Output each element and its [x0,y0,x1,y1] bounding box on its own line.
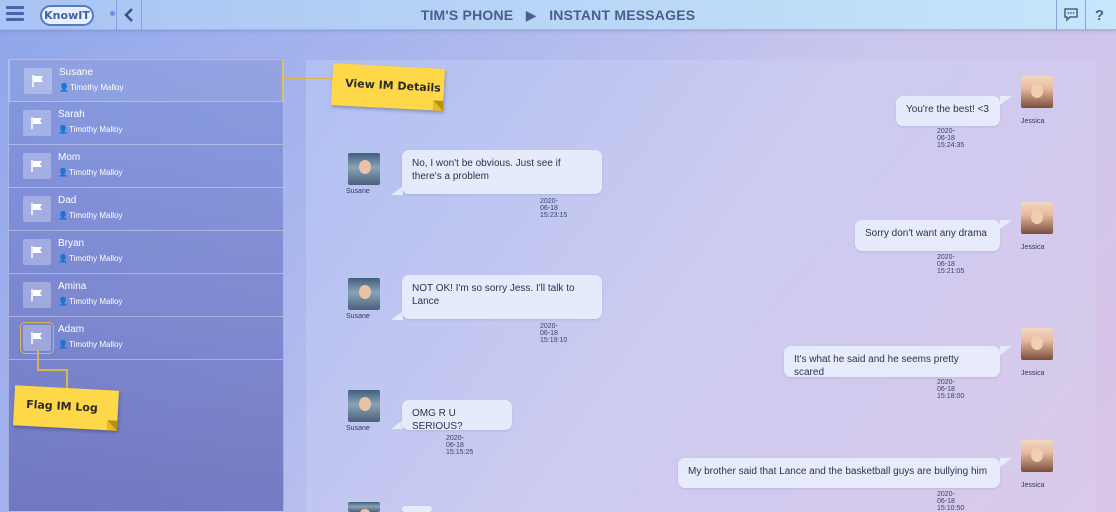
chat-bubble-icon [1063,8,1078,22]
message-bubble: My brother said that Lance and the baske… [678,458,1000,488]
contact-owner: 👤 Timothy Malloy [58,297,123,306]
message-bubble: No, I won't be obvious. Just see if ther… [402,150,602,194]
contact-owner: 👤 Timothy Malloy [58,211,123,220]
sender-name: Jessica [1021,482,1045,489]
contact-owner: 👤 Timothy Malloy [58,125,123,134]
sender-name: Jessica [1021,370,1045,377]
message-timestamp: 2020-06-18 15:18:00 [937,379,965,400]
contact-owner: 👤 Timothy Malloy [58,168,123,177]
sender-name: Susane [346,425,370,432]
flag-icon[interactable] [24,68,52,94]
top-bar: KnowIT TIM'S PHONE ▶ INSTANT MESSAGES ? [0,0,1116,30]
contact-item-adam[interactable]: Adam 👤 Timothy Malloy [9,317,283,360]
message-bubble: NOT OK! I'm so sorry Jess. I'll talk to … [402,275,602,319]
contact-item-mom[interactable]: Mom 👤 Timothy Malloy [9,145,283,188]
breadcrumb-device[interactable]: TIM'S PHONE [421,7,514,23]
contact-name: Amina [58,281,87,292]
contact-owner: 👤 Timothy Malloy [58,254,123,263]
avatar [348,502,380,512]
contact-name: Adam [58,324,85,335]
message-timestamp: 2020-06-18 15:15:25 [446,435,474,456]
contact-name: Susane [59,67,93,78]
flag-im-log-callout: Flag IM Log [13,385,119,431]
person-icon: 👤 [58,297,68,306]
page-title: TIM'S PHONE ▶ INSTANT MESSAGES [0,0,1116,30]
avatar [1021,440,1053,472]
avatar [348,278,380,310]
contact-owner: 👤 Timothy Malloy [58,340,123,349]
callout-connector [66,369,68,389]
breadcrumb-arrow-icon: ▶ [525,7,537,23]
contact-name: Sarah [58,109,85,120]
message-timestamp: 2020-06-18 15:19:10 [540,323,568,344]
message-bubble: Sorry don't want any drama [855,220,1000,251]
chat-button[interactable] [1056,0,1084,30]
contact-item-sarah[interactable]: Sarah 👤 Timothy Malloy [9,102,283,145]
message-bubble: It's what he said and he seems pretty sc… [784,346,1000,378]
avatar [1021,76,1053,108]
contact-name: Bryan [58,238,85,249]
avatar [348,153,380,185]
help-button[interactable]: ? [1085,0,1113,30]
callout-connector [284,78,334,79]
flag-icon[interactable] [23,282,51,308]
contact-item-dad[interactable]: Dad 👤 Timothy Malloy [9,188,283,231]
callout-connector [37,350,39,370]
message-timestamp: 2020-06-18 15:24:35 [937,128,965,149]
view-im-details-callout: View IM Details [330,63,446,111]
message-bubble: OMG R U SERIOUS? [402,400,512,432]
sender-name: Jessica [1021,244,1045,251]
message-timestamp: 2020-06-18 15:10:50 [937,491,965,512]
sender-name: Susane [346,188,370,195]
sender-name: Jessica [1021,118,1045,125]
contact-name: Mom [58,152,81,163]
contact-name: Dad [58,195,77,206]
person-icon: 👤 [59,83,69,92]
flag-icon[interactable] [23,239,51,265]
sender-name: Susane [346,313,370,320]
person-icon: 👤 [58,168,68,177]
avatar [1021,202,1053,234]
message-timestamp: 2020-06-18 15:23:15 [540,198,568,219]
flag-icon[interactable] [23,110,51,136]
person-icon: 👤 [58,340,68,349]
flag-icon[interactable] [20,322,54,354]
person-icon: 👤 [58,125,68,134]
contact-item-bryan[interactable]: Bryan 👤 Timothy Malloy [9,231,283,274]
person-icon: 👤 [58,254,68,263]
message-bubble [402,506,432,512]
contact-owner: 👤 Timothy Malloy [59,83,124,92]
avatar [348,390,380,422]
message-bubble: You're the best! <3 [896,96,1000,126]
message-timestamp: 2020-06-18 15:21:05 [937,254,965,275]
avatar [1021,328,1053,360]
callout-connector [37,369,67,371]
person-icon: 👤 [58,211,68,220]
flag-icon[interactable] [23,153,51,179]
flag-icon[interactable] [23,196,51,222]
contact-item-susane[interactable]: Susane 👤 Timothy Malloy [9,59,283,102]
breadcrumb-page: INSTANT MESSAGES [549,7,696,23]
contact-list: Susane 👤 Timothy Malloy Sarah 👤 Timothy Ma… [8,58,284,512]
contact-item-amina[interactable]: Amina 👤 Timothy Malloy [9,274,283,317]
